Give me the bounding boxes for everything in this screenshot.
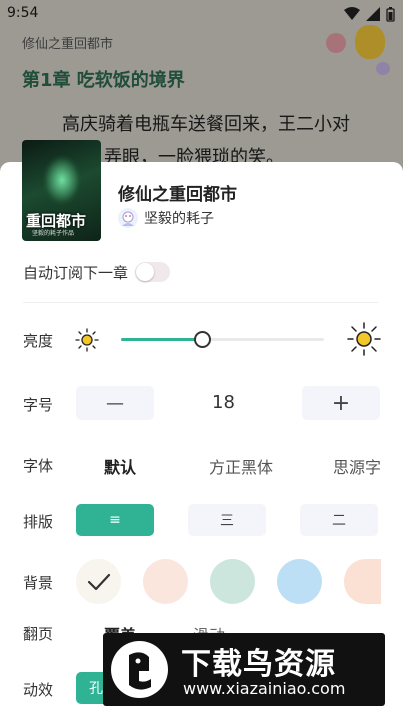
author-avatar: [118, 208, 138, 228]
avatar-icon: [122, 211, 134, 226]
background-option-2[interactable]: [143, 559, 188, 604]
brightness-slider-thumb[interactable]: [194, 331, 211, 348]
author-row[interactable]: 坚毅的耗子: [118, 208, 214, 228]
brightness-slider[interactable]: [121, 331, 324, 348]
brightness-high-icon[interactable]: [347, 322, 381, 356]
layout-option-compact[interactable]: ≡: [76, 504, 154, 536]
watermark-url: www.xiazainiao.com: [183, 679, 346, 698]
author-name: 坚毅的耗子: [144, 211, 214, 227]
book-title[interactable]: 修仙之重回都市: [118, 180, 237, 205]
background-option-3[interactable]: [210, 559, 255, 604]
font-size-increase-button[interactable]: +: [302, 386, 380, 420]
divider: [23, 302, 378, 303]
auto-subscribe-toggle[interactable]: [135, 262, 170, 282]
brightness-label: 亮度: [23, 332, 54, 350]
animation-label: 动效: [23, 681, 54, 699]
font-size-value: 18: [212, 392, 235, 413]
background-option-5[interactable]: [344, 559, 381, 604]
auto-subscribe-label: 自动订阅下一章: [23, 264, 129, 282]
watermark-text: 下载鸟资源: [181, 647, 336, 682]
font-size-label: 字号: [23, 396, 54, 414]
brightness-low-icon[interactable]: [75, 328, 99, 352]
page-turn-label: 翻页: [23, 625, 54, 643]
bird-logo-icon: [129, 652, 151, 690]
watermark-logo: [111, 641, 168, 698]
font-option-default[interactable]: 默认: [104, 454, 136, 478]
cover-subtitle: 坚毅的耗子作品: [32, 230, 75, 237]
book-cover[interactable]: 重回都市 坚毅的耗子作品: [22, 140, 101, 241]
font-option-fangzheng-heiti[interactable]: 方正黑体: [209, 454, 273, 478]
background-option-1[interactable]: [76, 559, 121, 604]
layout-label: 排版: [23, 513, 54, 531]
background-option-4[interactable]: [277, 559, 322, 604]
cover-art: [42, 154, 82, 206]
check-icon: [87, 573, 111, 591]
font-size-decrease-button[interactable]: —: [76, 386, 154, 420]
watermark-banner: 下载鸟资源 www.xiazainiao.com: [103, 633, 385, 706]
toggle-knob: [136, 263, 154, 281]
layout-option-normal[interactable]: 三: [188, 504, 266, 536]
background-label: 背景: [23, 574, 54, 592]
font-label: 字体: [23, 457, 54, 475]
layout-option-loose[interactable]: 二: [300, 504, 378, 536]
font-option-siyuan[interactable]: 思源字: [333, 454, 381, 478]
brightness-slider-fill: [121, 338, 202, 341]
